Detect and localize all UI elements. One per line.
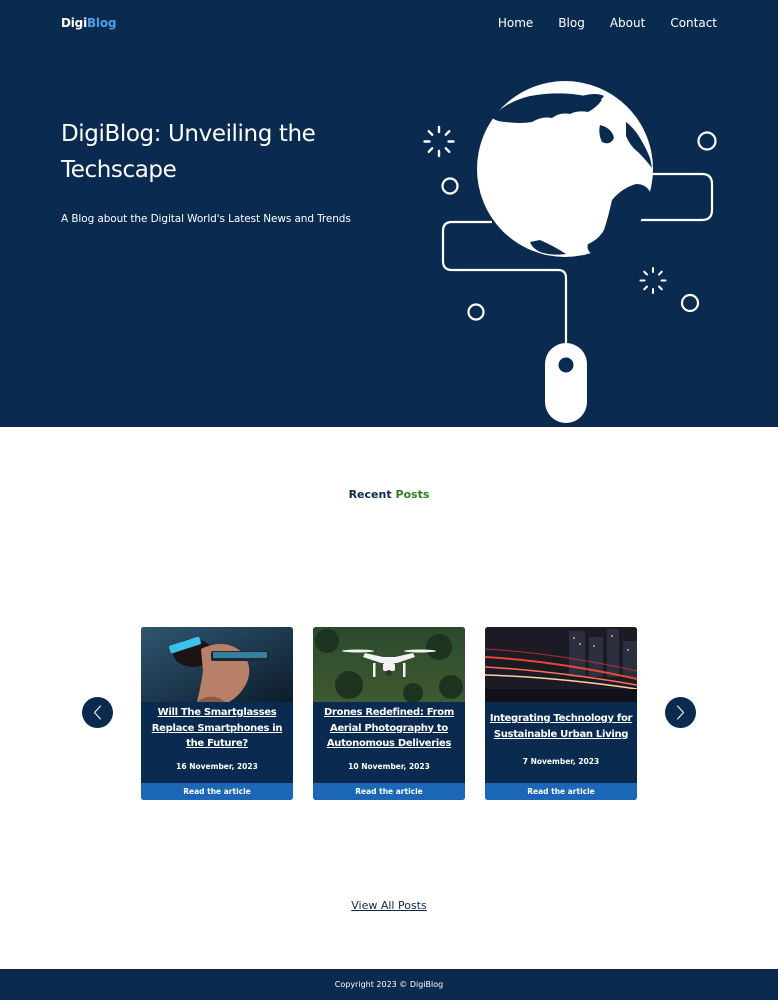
carousel-next-button[interactable]: [665, 697, 696, 728]
hero-section: DigiBlog Home Blog About Contact DigiBlo…: [0, 0, 778, 427]
post-card: Will The Smartglasses Replace Smartphone…: [141, 627, 293, 800]
read-article-button[interactable]: Read the article: [313, 783, 465, 800]
recent-posts-heading-primary: Recent: [348, 488, 392, 501]
nav-contact[interactable]: Contact: [670, 16, 717, 30]
hero-title: DigiBlog: Unveiling the Techscape: [61, 121, 316, 183]
recent-posts-heading: Recent Posts: [0, 488, 778, 501]
post-card: Drones Redefined: From Aerial Photograph…: [313, 627, 465, 800]
footer-copyright: Copyright 2023 © DigiBlog: [334, 980, 444, 989]
chevron-right-icon: [677, 705, 684, 720]
spinner-icon-left: [423, 125, 455, 158]
post-image-drone[interactable]: [313, 627, 465, 702]
post-title-link[interactable]: Will The Smartglasses Replace Smartphone…: [143, 705, 291, 752]
post-image-smartglasses[interactable]: [141, 627, 293, 702]
globe-mouse-illustration: [423, 81, 717, 423]
carousel-prev-button[interactable]: [82, 697, 113, 728]
post-date: 10 November, 2023: [348, 762, 430, 771]
logo-text-accent: Blog: [86, 16, 117, 30]
read-article-button[interactable]: Read the article: [141, 783, 293, 800]
site-logo[interactable]: DigiBlog: [61, 16, 116, 30]
post-title-link[interactable]: Integrating Technology for Sustainable U…: [487, 711, 635, 742]
nav-home[interactable]: Home: [498, 16, 533, 30]
nav-about[interactable]: About: [610, 16, 645, 30]
post-date: 16 November, 2023: [176, 762, 258, 771]
spinner-icon-right: [639, 267, 667, 294]
post-title-link[interactable]: Drones Redefined: From Aerial Photograph…: [315, 705, 463, 752]
view-all-container: View All Posts: [0, 894, 778, 913]
post-date: 7 November, 2023: [522, 757, 600, 766]
view-all-posts-link[interactable]: View All Posts: [351, 899, 426, 912]
site-footer: Copyright 2023 © DigiBlog: [0, 969, 778, 1000]
chevron-left-icon: [94, 705, 101, 720]
post-card: Integrating Technology for Sustainable U…: [485, 627, 637, 800]
hero-subtitle: A Blog about the Digital World's Latest …: [61, 213, 351, 225]
recent-posts-heading-accent: Posts: [395, 488, 430, 501]
main-nav: Home Blog About Contact: [498, 16, 717, 30]
post-image-city-lights[interactable]: [485, 627, 637, 702]
logo-text-primary: Digi: [61, 16, 87, 30]
nav-blog[interactable]: Blog: [558, 16, 585, 30]
read-article-button[interactable]: Read the article: [485, 783, 637, 800]
